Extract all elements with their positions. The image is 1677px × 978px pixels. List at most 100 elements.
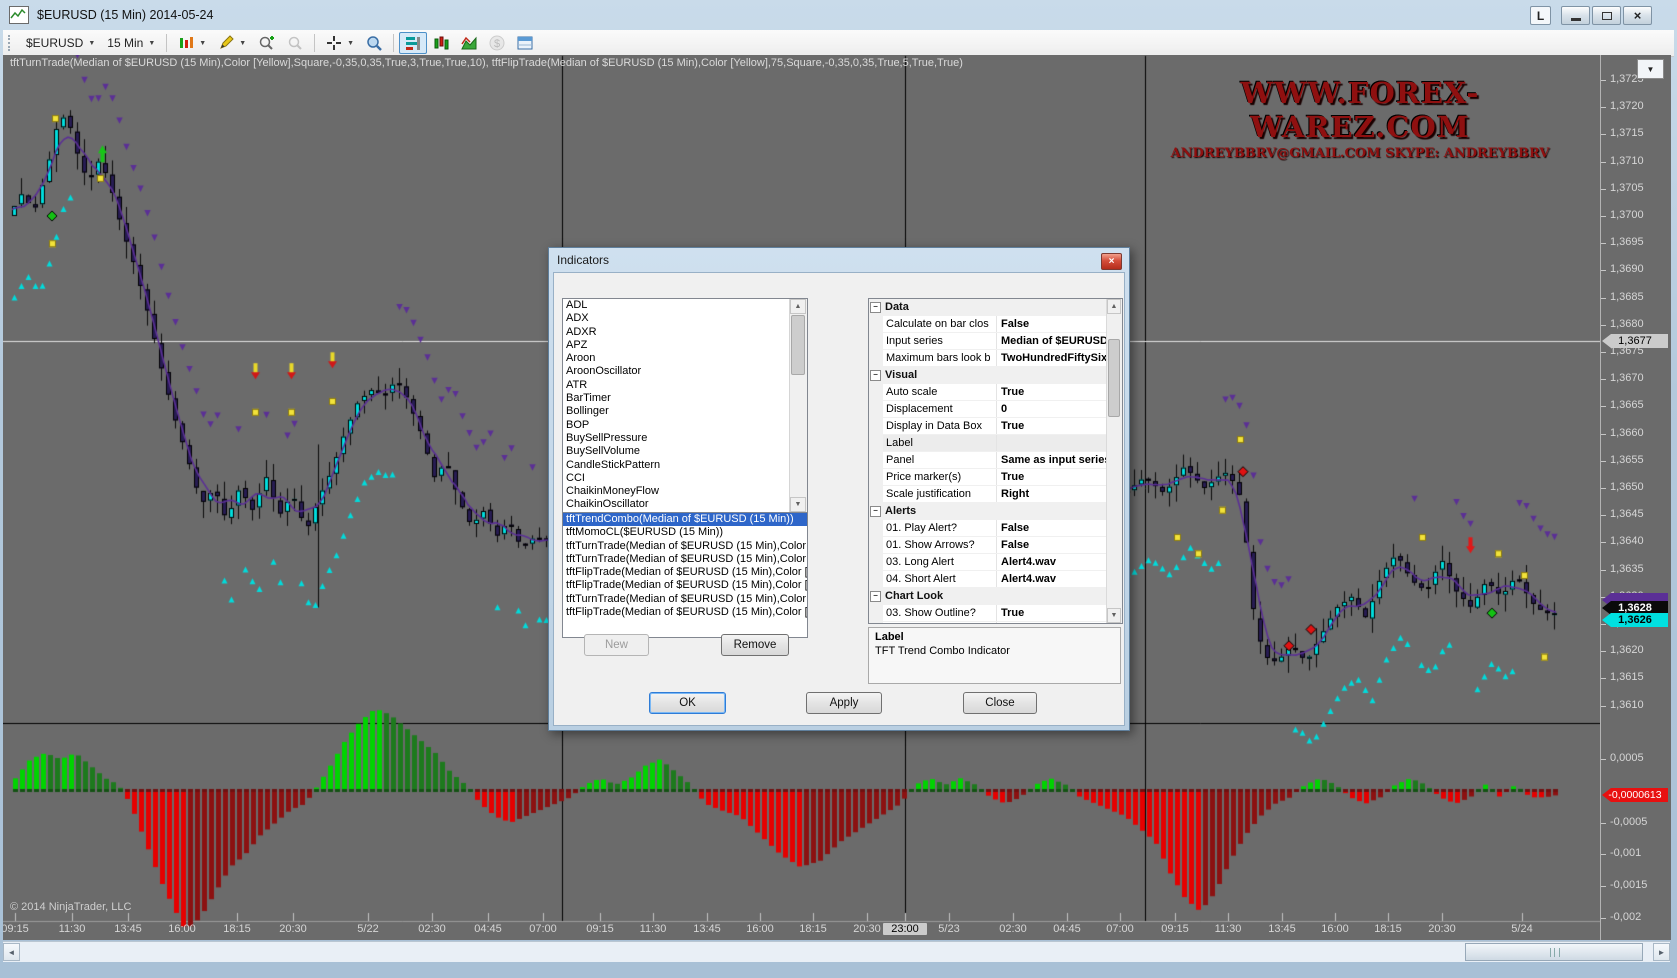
- property-row[interactable]: Scale justificationRight: [869, 486, 1107, 503]
- property-value[interactable]: 0: [997, 401, 1107, 417]
- property-row[interactable]: 03. Up colorCyan: [869, 622, 1107, 624]
- scroll-right-button[interactable]: ►: [1653, 943, 1670, 961]
- indicator-option[interactable]: CandleStickPattern: [563, 459, 807, 472]
- property-value[interactable]: TwoHundredFiftySix: [997, 350, 1107, 366]
- property-row[interactable]: 01. Show Arrows?False: [869, 537, 1107, 554]
- restore-button[interactable]: [1592, 6, 1621, 25]
- property-group-row[interactable]: −Visual: [869, 367, 1107, 384]
- scrollbar-thumb[interactable]: [791, 315, 805, 375]
- zoom-out-button[interactable]: [281, 32, 309, 54]
- chart-style-button[interactable]: ▼: [172, 32, 212, 54]
- property-row[interactable]: Label: [869, 435, 1107, 452]
- indicator-option[interactable]: BuySellVolume: [563, 445, 807, 458]
- property-row[interactable]: Calculate on bar closFalse: [869, 316, 1107, 333]
- property-group-row[interactable]: −Chart Look: [869, 588, 1107, 605]
- apply-button[interactable]: Apply: [806, 692, 882, 714]
- available-indicators-list[interactable]: ▲ ▼ ADLADXADXRAPZAroonAroonOscillatorATR…: [562, 298, 808, 513]
- ok-button[interactable]: OK: [649, 692, 726, 714]
- property-value[interactable]: Alert4.wav: [997, 571, 1107, 587]
- symbol-selector[interactable]: $EURUSD▼: [20, 32, 101, 54]
- toolbar-grip[interactable]: [8, 35, 14, 51]
- property-value[interactable]: Median of $EURUSD: [997, 333, 1107, 349]
- collapse-icon[interactable]: −: [870, 506, 881, 517]
- horizontal-scrollbar[interactable]: ◄ ►: [3, 941, 1670, 962]
- property-row[interactable]: Auto scaleTrue: [869, 384, 1107, 401]
- time-axis[interactable]: 09:1511:3013:4516:0018:1520:305/2202:300…: [3, 922, 1600, 940]
- scroll-up-button[interactable]: ▲: [790, 299, 806, 314]
- property-row[interactable]: Price marker(s)True: [869, 469, 1107, 486]
- property-value[interactable]: True: [997, 418, 1107, 434]
- scroll-down-button[interactable]: ▼: [1107, 608, 1121, 623]
- scale-properties-button[interactable]: ▼: [1637, 59, 1664, 79]
- list-scrollbar[interactable]: ▲ ▼: [789, 299, 807, 512]
- indicator-option[interactable]: ATR: [563, 379, 807, 392]
- property-grid[interactable]: −DataCalculate on bar closFalseInput ser…: [868, 298, 1123, 624]
- indicator-option[interactable]: BarTimer: [563, 392, 807, 405]
- configured-indicator-item[interactable]: tftTrendCombo(Median of $EURUSD (15 Min)…: [563, 513, 807, 526]
- property-row[interactable]: 03. Long AlertAlert4.wav: [869, 554, 1107, 571]
- drawing-tools-button[interactable]: ▼: [212, 32, 252, 54]
- indicator-option[interactable]: CCI: [563, 472, 807, 485]
- property-group-row[interactable]: −Data: [869, 299, 1107, 316]
- property-value[interactable]: Same as input series: [997, 452, 1107, 468]
- property-value[interactable]: False: [997, 316, 1107, 332]
- minimize-button[interactable]: [1561, 6, 1590, 25]
- property-value[interactable]: Cyan: [997, 622, 1107, 624]
- zoom-in-button[interactable]: [252, 32, 281, 54]
- configured-indicator-item[interactable]: tftTurnTrade(Median of $EURUSD (15 Min),…: [563, 553, 807, 566]
- indicator-option[interactable]: Bollinger: [563, 405, 807, 418]
- property-row[interactable]: PanelSame as input series: [869, 452, 1107, 469]
- grid-scrollbar[interactable]: ▲ ▼: [1106, 299, 1122, 623]
- property-value[interactable]: True: [997, 469, 1107, 485]
- indicator-option[interactable]: BuySellPressure: [563, 432, 807, 445]
- chart-type-button[interactable]: [427, 32, 455, 54]
- indicator-option[interactable]: APZ: [563, 339, 807, 352]
- property-value[interactable]: Right: [997, 486, 1107, 502]
- configured-indicator-item[interactable]: tftMomoCL($EURUSD (15 Min)): [563, 526, 807, 539]
- scrollbar-thumb[interactable]: [1108, 339, 1120, 417]
- price-axis[interactable]: ▼ 1,3628 1,3626 1,3677 -0,0000613 1,3725…: [1600, 55, 1671, 940]
- configured-indicator-item[interactable]: tftFlipTrade(Median of $EURUSD (15 Min),…: [563, 606, 807, 619]
- property-value[interactable]: False: [997, 537, 1107, 553]
- scroll-up-button[interactable]: ▲: [1107, 299, 1121, 314]
- configured-indicators-list[interactable]: tftTrendCombo(Median of $EURUSD (15 Min)…: [562, 512, 808, 638]
- configured-indicator-item[interactable]: tftTurnTrade(Median of $EURUSD (15 Min),…: [563, 540, 807, 553]
- collapse-icon[interactable]: −: [870, 370, 881, 381]
- new-button[interactable]: New: [584, 634, 649, 656]
- property-value[interactable]: Alert4.wav: [997, 554, 1107, 570]
- scroll-left-button[interactable]: ◄: [3, 943, 20, 961]
- close-button[interactable]: ×: [1623, 6, 1652, 25]
- indicator-option[interactable]: ADL: [563, 299, 807, 312]
- indicator-option[interactable]: AroonOscillator: [563, 365, 807, 378]
- configured-indicator-item[interactable]: tftFlipTrade(Median of $EURUSD (15 Min),…: [563, 579, 807, 592]
- property-row[interactable]: 04. Short AlertAlert4.wav: [869, 571, 1107, 588]
- property-row[interactable]: Input seriesMedian of $EURUSD: [869, 333, 1107, 350]
- scrollbar-thumb[interactable]: [1465, 943, 1643, 961]
- lock-button[interactable]: L: [1530, 6, 1551, 25]
- configured-indicator-item[interactable]: tftTurnTrade(Median of $EURUSD (15 Min),…: [563, 593, 807, 606]
- crosshair-button[interactable]: ▼: [320, 32, 360, 54]
- property-row[interactable]: 03. Show Outline?True: [869, 605, 1107, 622]
- area-chart-button[interactable]: [455, 32, 483, 54]
- property-value[interactable]: [997, 435, 1107, 451]
- data-box-button[interactable]: [360, 32, 388, 54]
- indicator-option[interactable]: ADX: [563, 312, 807, 325]
- indicator-option[interactable]: ChaikinMoneyFlow: [563, 485, 807, 498]
- collapse-icon[interactable]: −: [870, 591, 881, 602]
- indicator-option[interactable]: ChaikinOscillator: [563, 498, 807, 511]
- property-row[interactable]: Displacement0: [869, 401, 1107, 418]
- close-dialog-button[interactable]: Close: [963, 692, 1037, 714]
- collapse-icon[interactable]: −: [870, 302, 881, 313]
- property-row[interactable]: 01. Play Alert?False: [869, 520, 1107, 537]
- chart-trader-toggle[interactable]: [399, 32, 427, 54]
- property-value[interactable]: False: [997, 520, 1107, 536]
- property-value[interactable]: True: [997, 384, 1107, 400]
- remove-button[interactable]: Remove: [721, 634, 789, 656]
- interval-selector[interactable]: 15 Min▼: [101, 32, 161, 54]
- dialog-close-button[interactable]: ×: [1101, 253, 1122, 270]
- indicator-option[interactable]: BOP: [563, 419, 807, 432]
- property-value[interactable]: True: [997, 605, 1107, 621]
- property-group-row[interactable]: −Alerts: [869, 503, 1107, 520]
- scroll-down-button[interactable]: ▼: [790, 497, 806, 512]
- property-row[interactable]: Maximum bars look bTwoHundredFiftySix: [869, 350, 1107, 367]
